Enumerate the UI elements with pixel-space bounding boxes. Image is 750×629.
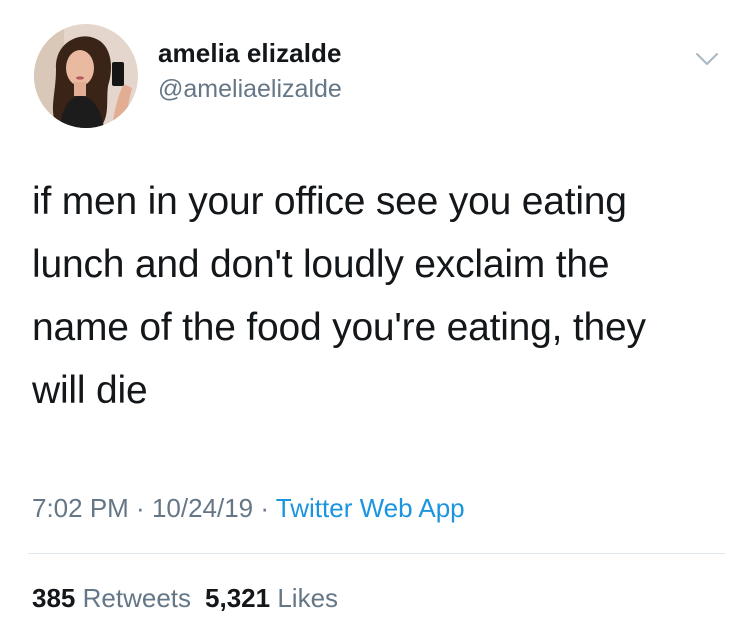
tweet-meta: 7:02 PM · 10/24/19 · Twitter Web App — [32, 493, 465, 524]
tweet-source-link[interactable]: Twitter Web App — [276, 493, 465, 523]
divider — [28, 553, 725, 554]
avatar[interactable] — [34, 24, 138, 128]
retweets-count: 385 — [32, 583, 76, 613]
tweet-card: amelia elizalde @ameliaelizalde if men i… — [0, 0, 750, 629]
tweet-text: if men in your office see you eating lun… — [32, 180, 646, 412]
chevron-down-icon[interactable] — [692, 44, 722, 74]
meta-separator: · — [128, 493, 152, 523]
meta-separator: · — [253, 493, 276, 523]
retweets-stat[interactable]: 385 Retweets — [32, 583, 191, 613]
likes-label: Likes — [277, 583, 339, 613]
likes-count: 5,321 — [205, 583, 271, 613]
tweet-stats: 385 Retweets 5,321 Likes — [32, 583, 338, 614]
user-handle[interactable]: @ameliaelizalde — [158, 75, 342, 104]
display-name[interactable]: amelia elizalde — [158, 38, 342, 69]
retweets-label: Retweets — [82, 583, 192, 613]
tweet-time[interactable]: 7:02 PM — [32, 493, 129, 523]
likes-stat[interactable]: 5,321 Likes — [205, 583, 338, 613]
tweet-date[interactable]: 10/24/19 — [152, 493, 253, 523]
avatar-image — [34, 24, 138, 128]
